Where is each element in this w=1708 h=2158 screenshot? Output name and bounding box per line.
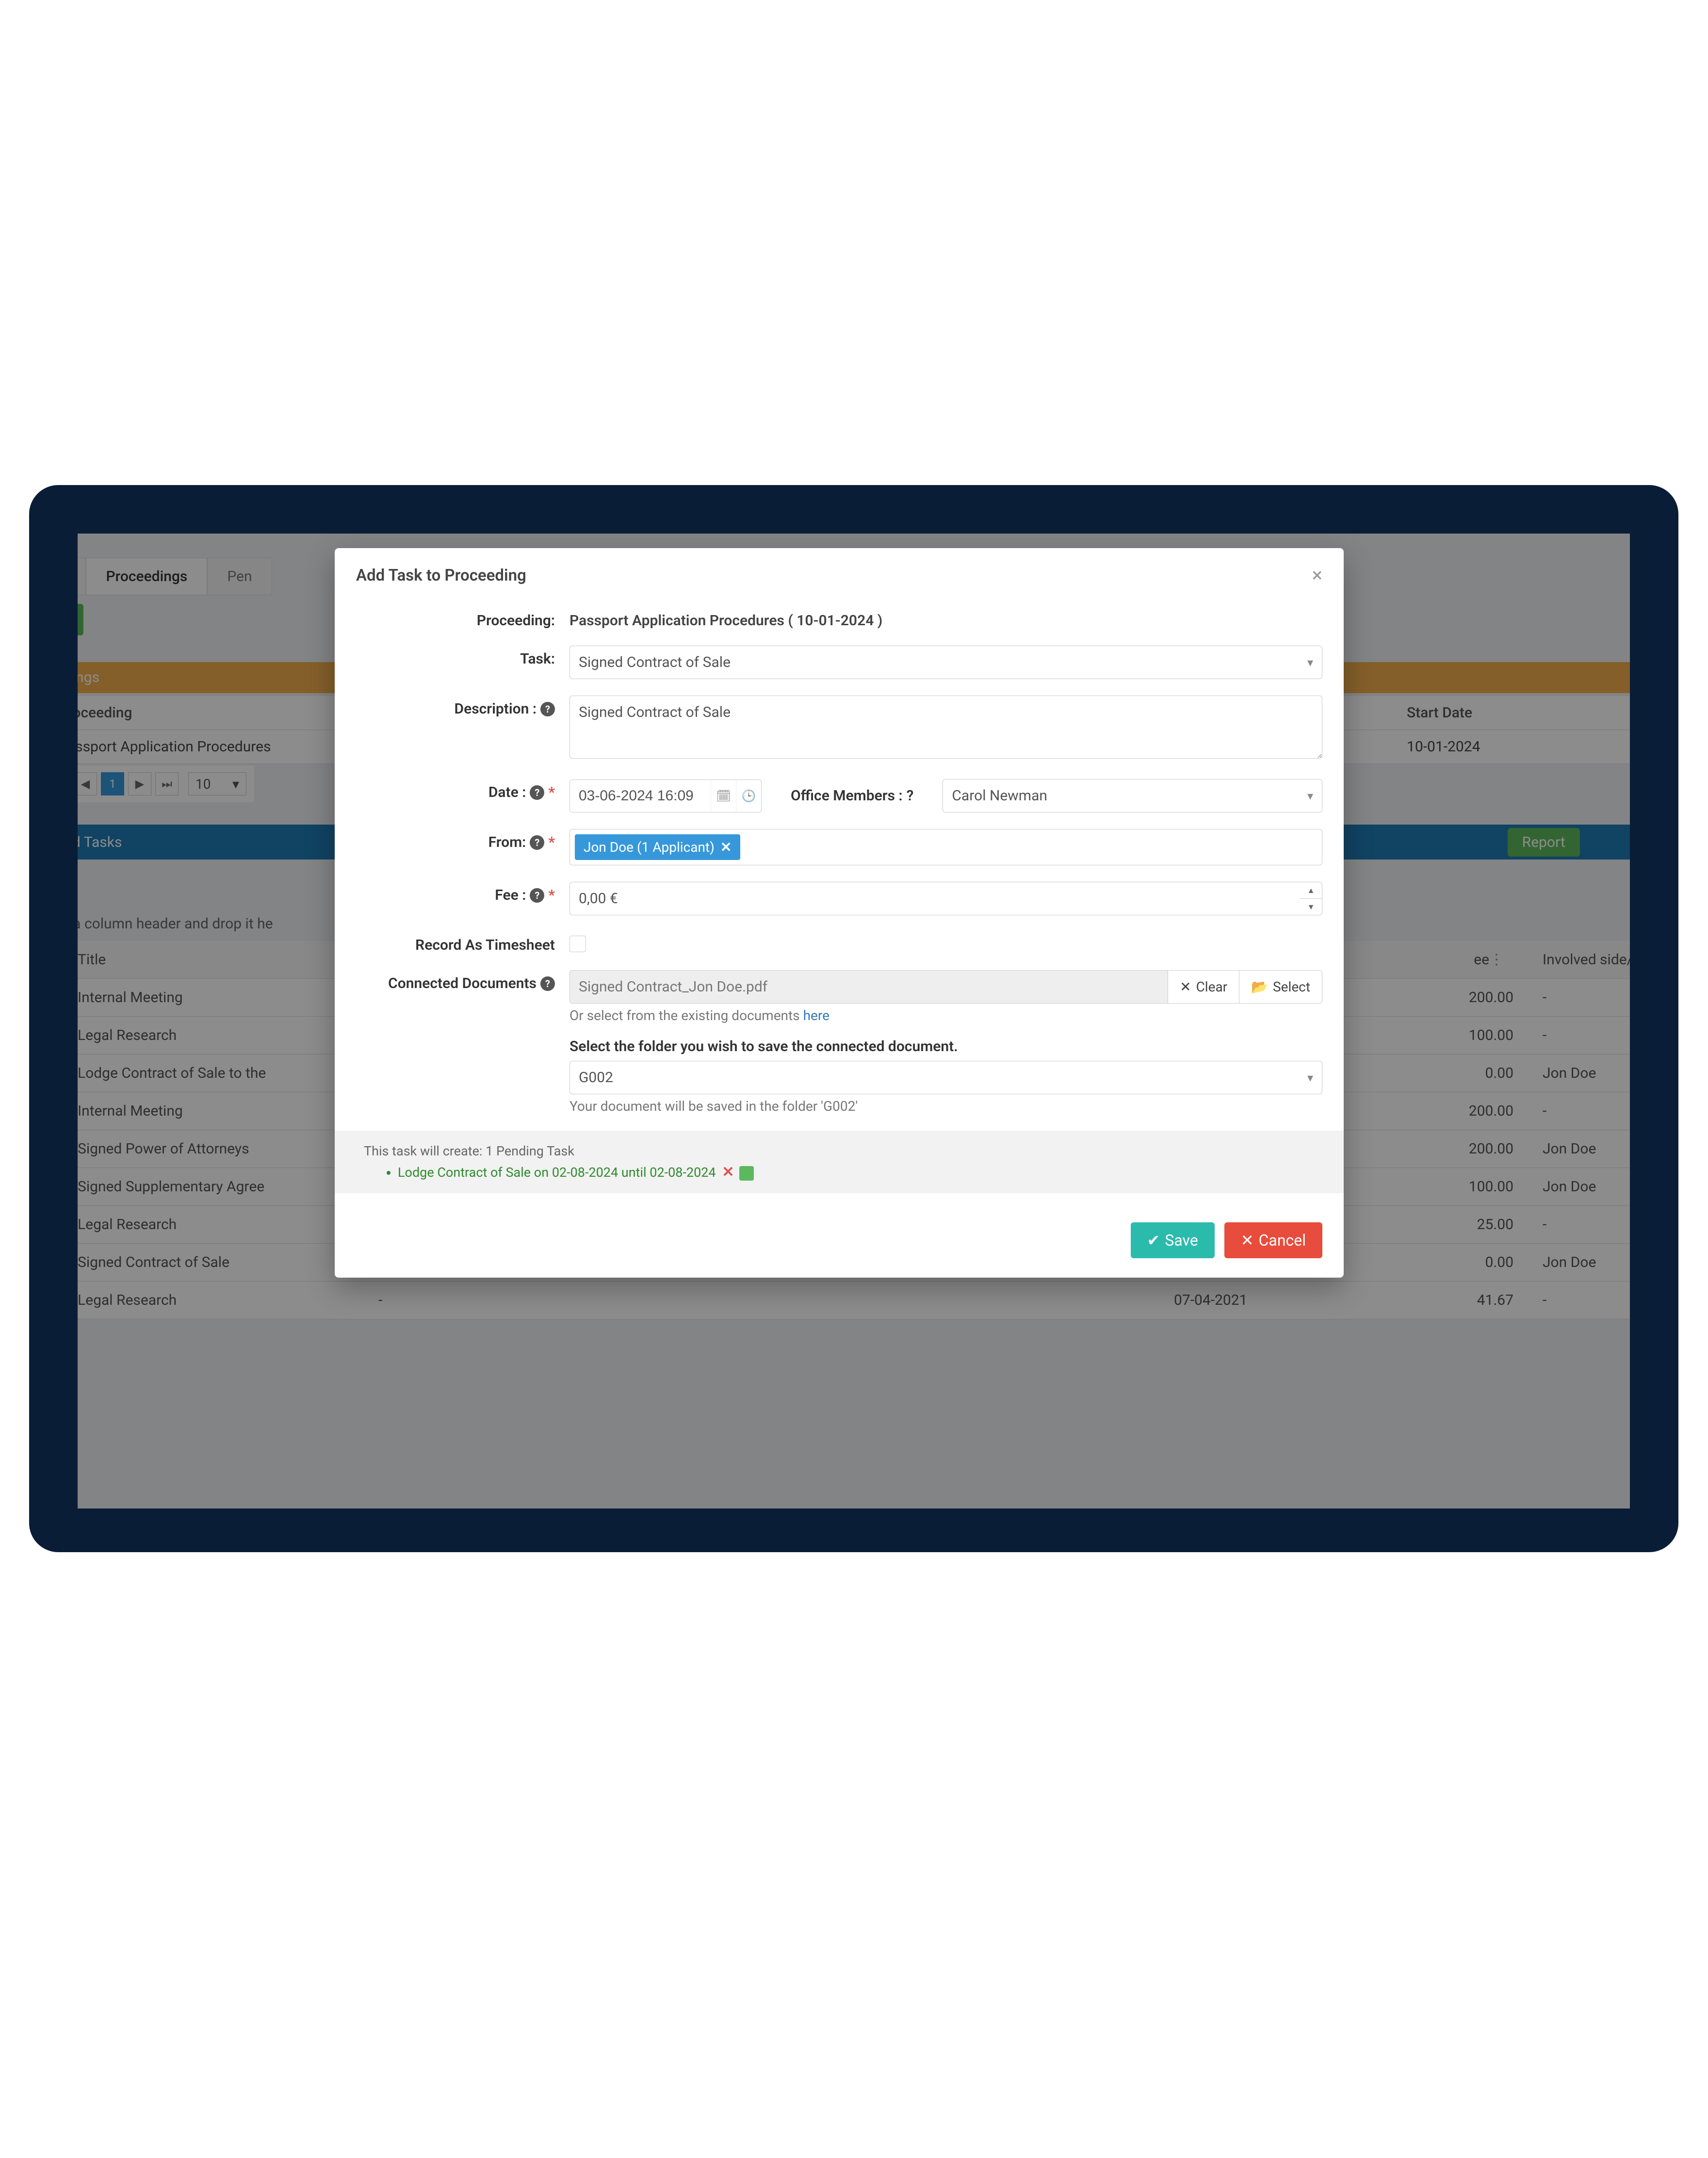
pending-edit-icon[interactable] (739, 1166, 754, 1181)
cell-title: Internal Meeting (78, 989, 378, 1006)
cell-fee: 25.00 (1426, 1216, 1533, 1233)
folder-select-heading: Select the folder you wish to save the c… (569, 1038, 1322, 1055)
label-fee: Fee :?* (356, 882, 569, 904)
col-startdate: Start Date (1407, 704, 1552, 721)
th-title[interactable]: Title (78, 951, 378, 968)
clock-icon[interactable]: 🕒 (736, 780, 761, 812)
cell-title: Legal Research (78, 1216, 378, 1233)
doc-existing-hint: Or select from the existing documents he… (569, 1007, 1322, 1023)
cell-title: Lodge Contract of Sale to the (78, 1065, 378, 1082)
cell-side: - (1533, 1027, 1630, 1044)
folder-select[interactable]: G002 (569, 1061, 1322, 1094)
label-from: From:?* (356, 829, 569, 851)
label-description: Description :? (356, 696, 569, 717)
cell-title: Signed Supplementary Agree (78, 1178, 378, 1195)
help-icon[interactable]: ? (530, 835, 544, 850)
section-completed-tasks: leted Tasks (78, 834, 122, 851)
pending-delete-icon[interactable]: ✕ (722, 1164, 734, 1181)
save-button[interactable]: ✔Save (1131, 1222, 1215, 1258)
help-icon[interactable]: ? (530, 888, 544, 903)
pager-page-1[interactable]: 1 (101, 772, 124, 795)
help-icon[interactable]: ? (530, 785, 544, 800)
cell-side: Jon Doe (1533, 1065, 1630, 1082)
label-connected-documents: Connected Documents? (356, 970, 569, 992)
fee-increment[interactable]: ▲ (1300, 882, 1322, 899)
cell-fee: 0.00 (1426, 1254, 1533, 1271)
cell-fee: 0.00 (1426, 1065, 1533, 1082)
pending-lead: This task will create: 1 Pending Task (364, 1143, 1315, 1159)
date-input[interactable] (570, 780, 711, 812)
row-proceeding-date: 10-01-2024 (1407, 738, 1552, 755)
from-input[interactable]: Jon Doe (1 Applicant)✕ (569, 829, 1322, 865)
description-input[interactable]: Signed Contract of Sale (569, 696, 1322, 759)
cell-fee: 200.00 (1426, 1103, 1533, 1120)
cell-side: - (1533, 989, 1630, 1006)
cell-side: - (1533, 1216, 1630, 1233)
label-task: Task: (356, 646, 569, 667)
th-involved[interactable]: Involved side/s (1533, 951, 1630, 968)
pager-next[interactable]: ▶ (128, 772, 151, 795)
remove-tag-icon[interactable]: ✕ (720, 839, 732, 855)
report-button[interactable]: Report (1508, 828, 1580, 857)
cell-title: Legal Research (78, 1027, 378, 1044)
tab-partial-left[interactable]: s (78, 558, 86, 595)
cell-side: - (1533, 1103, 1630, 1120)
document-filename: Signed Contract_Jon Doe.pdf (570, 971, 1168, 1003)
fee-input[interactable] (569, 882, 1300, 915)
cell-title: Signed Power of Attorneys (78, 1140, 378, 1157)
label-record-timesheet: Record As Timesheet (356, 932, 569, 954)
folder-save-hint: Your document will be saved in the folde… (569, 1098, 1322, 1114)
help-icon[interactable]: ? (907, 787, 914, 804)
cell-title: Legal Research (78, 1292, 378, 1309)
cell-side: Jon Doe (1533, 1140, 1630, 1157)
pending-item-text: Lodge Contract of Sale on 02-08-2024 unt… (398, 1165, 716, 1180)
add-task-modal: Add Task to Proceeding × Proceeding: Pas… (335, 548, 1344, 1278)
help-icon[interactable]: ? (540, 976, 555, 991)
office-member-select[interactable]: Carol Newman (943, 779, 1322, 812)
modal-title: Add Task to Proceeding (356, 566, 526, 585)
table-row[interactable]: Legal Research-07-04-202141.67- (78, 1282, 1630, 1319)
pager-prev[interactable]: ◀ (78, 772, 97, 795)
cell-side: Jon Doe (1533, 1254, 1630, 1271)
cell-fee: 200.00 (1426, 989, 1533, 1006)
cell-fee: 100.00 (1426, 1178, 1533, 1195)
tab-proceedings[interactable]: Proceedings (86, 558, 207, 595)
close-icon[interactable]: × (1312, 566, 1322, 585)
label-date: Date :?* (356, 779, 569, 801)
label-proceeding: Proceeding: (356, 607, 569, 629)
pager: ⏮ ◀ 1 ▶ ⏭ 10▾ (78, 765, 254, 802)
pager-size-select[interactable]: 10▾ (188, 772, 246, 795)
x-icon: ✕ (1241, 1231, 1254, 1249)
value-proceeding: Passport Application Procedures ( 10-01-… (569, 607, 1322, 629)
drag-hint: rag a column header and drop it he (78, 905, 283, 943)
clear-document-button[interactable]: ✕Clear (1168, 971, 1239, 1003)
folder-open-icon: 📂 (1251, 979, 1268, 995)
cell-fee: 41.67 (1426, 1292, 1533, 1309)
tab-pending-partial[interactable]: Pen (207, 558, 272, 595)
new-button-partial[interactable]: ew (78, 604, 83, 635)
help-icon[interactable]: ? (540, 702, 555, 716)
cell-fee: 100.00 (1426, 1027, 1533, 1044)
existing-docs-link[interactable]: here (803, 1007, 830, 1023)
x-icon: ✕ (1180, 979, 1191, 995)
pending-tasks-box: This task will create: 1 Pending Task Lo… (335, 1131, 1344, 1193)
check-icon: ✔ (1147, 1231, 1160, 1249)
cell-title: Signed Contract of Sale (78, 1254, 378, 1271)
cell-fee: 200.00 (1426, 1140, 1533, 1157)
from-tag[interactable]: Jon Doe (1 Applicant)✕ (575, 834, 740, 860)
cell-title: Internal Meeting (78, 1103, 378, 1120)
record-timesheet-checkbox[interactable] (569, 936, 586, 952)
cell-side: - (1533, 1292, 1630, 1309)
pager-last[interactable]: ⏭ (155, 772, 179, 795)
th-fee[interactable]: ee (1474, 951, 1489, 968)
task-select[interactable]: Signed Contract of Sale (569, 646, 1322, 679)
cell-date: 07-04-2021 (1174, 1292, 1426, 1309)
col-menu-icon[interactable]: ⋮ (1489, 951, 1513, 968)
cancel-button[interactable]: ✕Cancel (1224, 1222, 1322, 1258)
select-document-button[interactable]: 📂Select (1239, 971, 1322, 1003)
cell-side: Jon Doe (1533, 1178, 1630, 1195)
calendar-icon[interactable]: 🗓 (711, 780, 736, 812)
label-office-members: Office Members :? (791, 787, 913, 804)
fee-decrement[interactable]: ▼ (1300, 899, 1322, 915)
